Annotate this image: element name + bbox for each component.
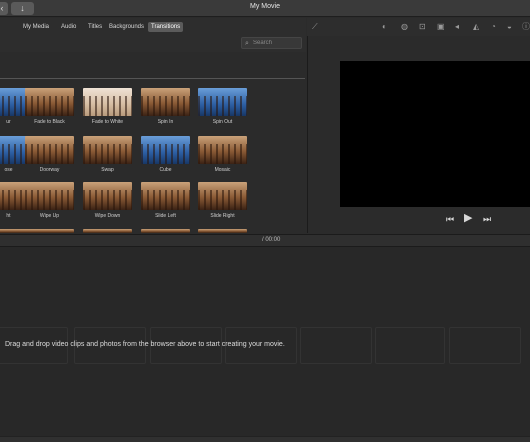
transition-thumbnail [141,136,190,164]
transition-label: Doorway [39,167,60,173]
transition-label: Wipe Down [94,213,121,219]
transition-tile[interactable]: Cube [141,136,190,173]
timeline[interactable]: Drag and drop video clips and photos fro… [0,247,530,442]
timecode: / 00:00 [262,237,281,243]
transition-tile[interactable] [198,229,247,233]
stabilization-icon[interactable]: ▣ [437,22,445,32]
filter-icon[interactable]: ◒ [507,22,512,32]
transition-label: Wipe Up [39,213,60,219]
transition-label: Spin In [157,119,174,125]
transition-label: Fade to Black [34,119,65,125]
transition-label: Spin Out [212,119,233,125]
transition-thumbnail [25,229,74,233]
transition-tile[interactable] [25,229,74,233]
crop-icon[interactable]: ⊡ [419,22,426,32]
transition-thumbnail [25,182,74,210]
viewer: ⏮ ▶ ⏭ [307,36,530,233]
transition-thumbnail [198,136,247,164]
transition-tile[interactable]: Mosaic [198,136,247,173]
transition-tile[interactable]: Fade to Black [25,88,74,125]
transition-tile[interactable]: Slide Right [198,182,247,219]
transition-thumbnail [83,88,132,116]
transition-tile[interactable]: Slide Left [141,182,190,219]
noise-reduction-icon[interactable]: ◭ [473,22,479,32]
transition-thumbnail [25,136,74,164]
transitions-grid: ur Fade to Black Fade to White Spin In Spin … [0,0,306,234]
transition-tile[interactable]: Spin In [141,88,190,125]
transition-thumbnail [198,182,247,210]
transition-tile[interactable]: Wipe Down [83,182,132,219]
timeline-placeholder [375,327,445,364]
transition-thumbnail [141,182,190,210]
transition-tile[interactable]: Spin Out [198,88,247,125]
info-icon[interactable]: ⓘ [522,22,530,32]
transition-label: Cube [159,167,172,173]
transition-label: Slide Right [210,213,235,219]
color-balance-icon[interactable]: ◐ [382,22,387,32]
viewer-toolbar: ⟋ ◐ ◍ ⊡ ▣ ◂ ◭ ◔ ◒ ⓘ [307,18,530,36]
timeline-bottom-strip [0,436,530,442]
timeline-placeholder [300,327,372,364]
speed-icon[interactable]: ◔ [491,22,496,32]
color-correction-icon[interactable]: ◍ [401,22,408,32]
transition-thumbnail [141,88,190,116]
transition-thumbnail [83,136,132,164]
transition-thumbnail [198,88,247,116]
transition-thumbnail [198,229,247,233]
transition-thumbnail [25,88,74,116]
previous-button[interactable]: ⏮ [446,214,454,224]
volume-icon[interactable]: ◂ [455,22,459,32]
transition-tile[interactable]: Doorway [25,136,74,173]
transition-label: Slide Left [155,213,176,219]
timeline-hint: Drag and drop video clips and photos fro… [5,341,285,348]
transition-tile[interactable] [141,229,190,233]
transition-label: Swap [101,167,114,173]
transition-thumbnail [141,229,190,233]
transition-thumbnail [83,182,132,210]
transition-thumbnail [83,229,132,233]
transition-label: Mosaic [214,167,231,173]
transition-tile[interactable]: Swap [83,136,132,173]
transition-tile[interactable]: Wipe Up [25,182,74,219]
timeline-placeholder [449,327,521,364]
transition-tile[interactable]: Fade to White [83,88,132,125]
next-button[interactable]: ⏭ [483,214,491,224]
play-button[interactable]: ▶ [464,213,472,224]
timeline-header: / 00:00 [0,234,530,247]
transition-label: Fade to White [91,119,124,125]
transition-tile[interactable] [83,229,132,233]
magic-wand-icon[interactable]: ⟋ [312,22,318,32]
video-preview[interactable] [340,61,530,207]
